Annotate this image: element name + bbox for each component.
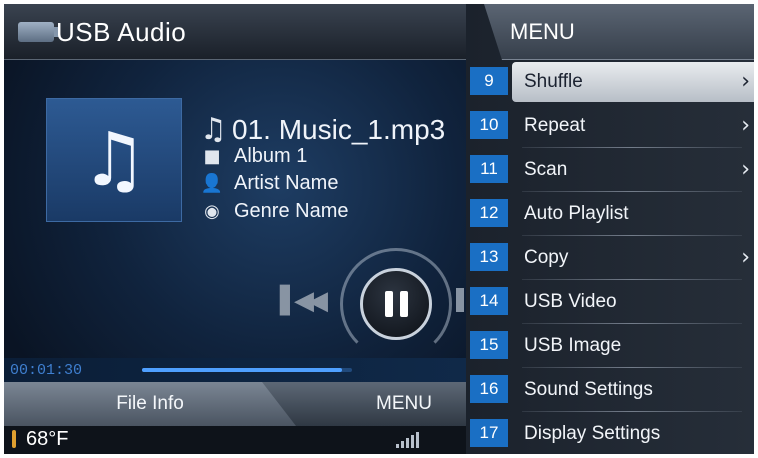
menu-item-label: Display Settings — [524, 423, 661, 444]
temperature: 68°F — [26, 428, 69, 450]
callout-number-badge: 13 — [470, 243, 508, 271]
pause-button[interactable] — [360, 268, 432, 340]
media-player-area: USB Audio ♫ ♫ 01. Music_1.mp3 ■ Album 1 … — [4, 4, 504, 454]
chevron-right-icon: › — [741, 157, 750, 182]
menu-item-label: Repeat — [524, 115, 586, 136]
menu-item-label: Scan — [524, 159, 568, 180]
callout-number-badge: 12 — [470, 199, 508, 227]
person-icon: 👤 — [200, 173, 224, 194]
tab-file-info[interactable]: File Info — [4, 382, 296, 426]
callout-number-badge: 15 — [470, 331, 508, 359]
album-art: ♫ — [46, 98, 182, 222]
menu-panel: MENU 9 Shuffle › 10 Repeat › 11 Scan › 12 Auto Pla… — [466, 4, 754, 454]
next-track-button[interactable] — [456, 288, 464, 312]
callout-number-badge: 16 — [470, 375, 508, 403]
previous-track-button[interactable]: ▌◀◀ — [280, 286, 328, 316]
status-bar: 68°F — [4, 426, 504, 454]
menu-item-label: Sound Settings — [524, 379, 653, 400]
menu-item[interactable]: 12 Auto Playlist — [466, 192, 754, 236]
callout-number-badge: 9 — [470, 67, 508, 95]
menu-header: MENU — [484, 4, 754, 60]
title-bar: USB Audio — [4, 4, 504, 60]
bottom-tabs: File Info MENU — [4, 382, 504, 426]
menu-title: MENU — [510, 19, 575, 44]
progress-bar[interactable] — [142, 368, 352, 372]
genre-disc-icon: ◉ — [204, 201, 220, 222]
menu-item-label: USB Video — [524, 291, 617, 312]
callout-number-badge: 10 — [470, 111, 508, 139]
thermometer-icon — [12, 430, 16, 448]
chevron-right-icon: › — [741, 69, 750, 94]
progress-strip: 00:01:30 — [4, 358, 504, 382]
menu-item[interactable]: 9 Shuffle › — [466, 60, 754, 104]
pause-icon — [384, 291, 408, 317]
menu-item[interactable]: 15 USB Image — [466, 324, 754, 368]
callout-number-badge: 11 — [470, 155, 508, 183]
music-note-icon: ♫ — [200, 112, 227, 147]
menu-item[interactable]: 10 Repeat › — [466, 104, 754, 148]
menu-item[interactable]: 11 Scan › — [466, 148, 754, 192]
chevron-right-icon: › — [741, 113, 750, 138]
music-note-icon: ♫ — [80, 117, 148, 203]
usb-drive-icon — [18, 22, 60, 42]
head-unit-screen: USB Audio ♫ ♫ 01. Music_1.mp3 ■ Album 1 … — [4, 4, 754, 454]
genre-row: ◉ Genre Name — [200, 200, 349, 223]
menu-item[interactable]: 13 Copy › — [466, 236, 754, 280]
callout-number-badge: 14 — [470, 287, 508, 315]
menu-item[interactable]: 17 Display Settings — [466, 412, 754, 454]
album-row: ■ Album 1 — [200, 145, 307, 168]
signal-strength-icon — [396, 432, 419, 448]
chevron-right-icon: › — [741, 245, 750, 270]
menu-item-label: Shuffle — [524, 71, 583, 92]
menu-item[interactable]: 16 Sound Settings — [466, 368, 754, 412]
artist-row: 👤 Artist Name — [200, 172, 339, 195]
menu-item-label: Copy — [524, 247, 569, 268]
album-name: Album 1 — [234, 145, 308, 167]
track-title: 01. Music_1.mp3 — [232, 113, 446, 145]
track-title-row: ♫ 01. Music_1.mp3 — [200, 112, 445, 147]
genre-name: Genre Name — [234, 200, 349, 222]
app-title: USB Audio — [56, 17, 187, 47]
menu-item-label: USB Image — [524, 335, 622, 356]
previous-track-icon: ▌◀◀ — [280, 286, 328, 316]
folder-icon: ■ — [203, 146, 221, 167]
artist-name: Artist Name — [234, 172, 339, 194]
elapsed-time: 00:01:30 — [10, 362, 83, 379]
callout-number-badge: 17 — [470, 419, 508, 447]
menu-item[interactable]: 14 USB Video — [466, 280, 754, 324]
progress-fill — [142, 368, 342, 372]
menu-item-label: Auto Playlist — [524, 203, 629, 224]
